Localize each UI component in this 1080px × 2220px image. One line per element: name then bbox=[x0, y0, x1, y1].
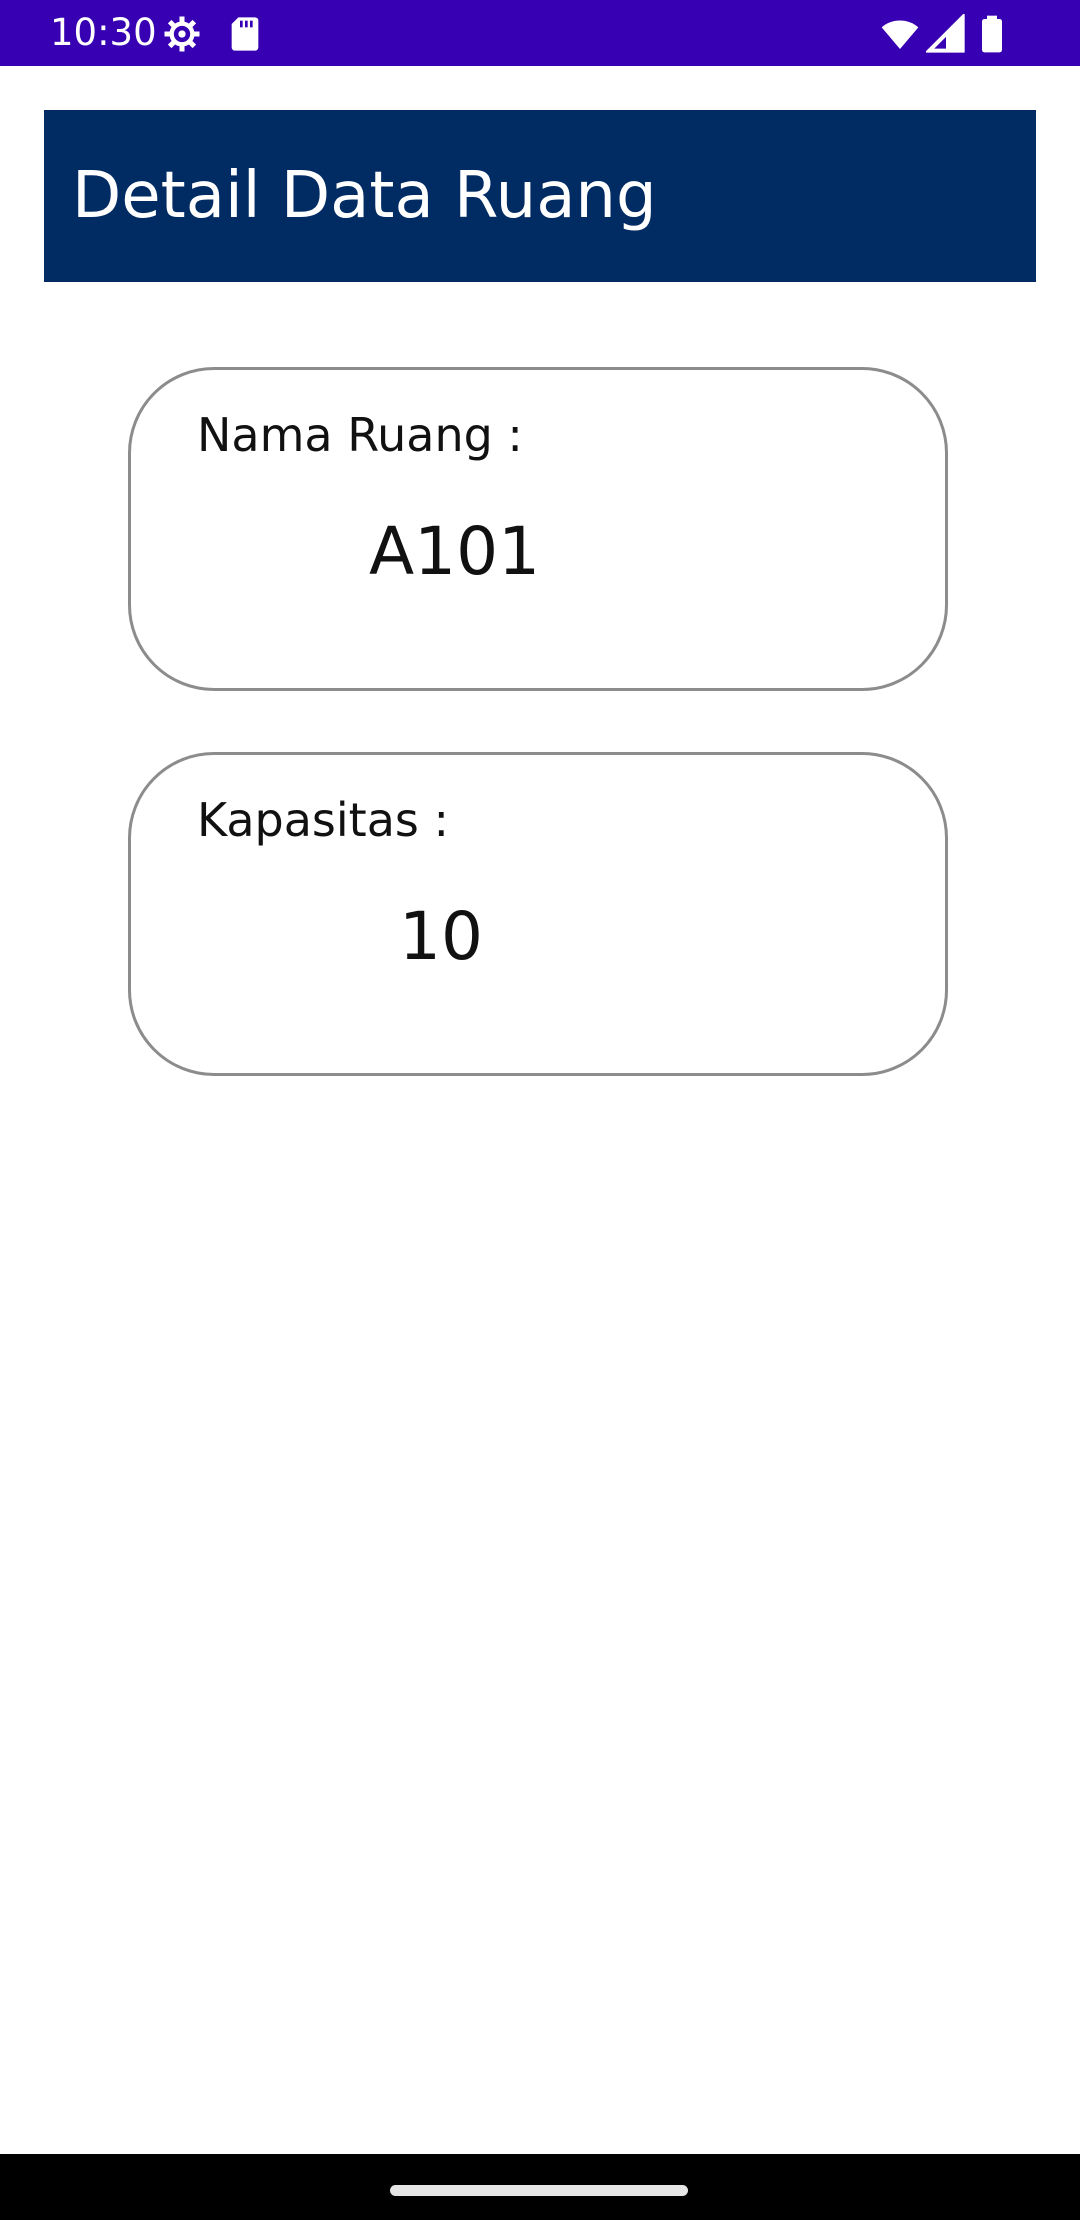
battery-icon bbox=[972, 14, 1012, 54]
wifi-icon bbox=[880, 14, 920, 54]
kapasitas-card: Kapasitas : 10 bbox=[128, 752, 948, 1076]
nama-ruang-label: Nama Ruang : bbox=[197, 408, 523, 462]
kapasitas-label: Kapasitas : bbox=[197, 793, 449, 847]
app-header: Detail Data Ruang bbox=[44, 110, 1036, 282]
settings-gear-icon bbox=[162, 14, 202, 54]
nama-ruang-value: A101 bbox=[369, 513, 541, 590]
status-time: 10:30 bbox=[50, 11, 157, 54]
page-title: Detail Data Ruang bbox=[72, 159, 657, 233]
kapasitas-value: 10 bbox=[399, 898, 483, 975]
sd-card-icon bbox=[225, 14, 265, 54]
status-bar: 10:30 bbox=[0, 0, 1080, 66]
signal-icon bbox=[926, 14, 966, 54]
home-gesture-handle[interactable] bbox=[390, 2185, 688, 2196]
nama-ruang-card: Nama Ruang : A101 bbox=[128, 367, 948, 691]
navigation-bar bbox=[0, 2154, 1080, 2220]
